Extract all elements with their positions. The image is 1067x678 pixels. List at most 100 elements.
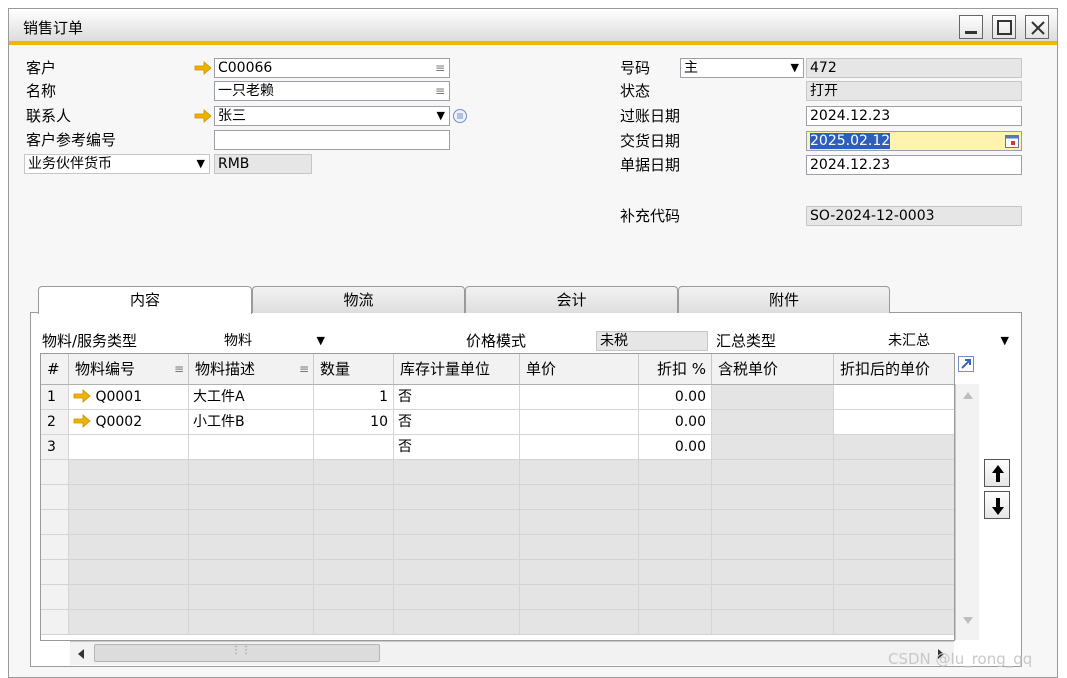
minimize-button[interactable] <box>959 15 983 39</box>
price-after-discount-cell[interactable] <box>834 410 954 435</box>
col-header-quantity[interactable]: 数量 <box>314 354 394 385</box>
price-after-discount-cell[interactable] <box>834 435 954 460</box>
scroll-thumb[interactable]: ⋮⋮ <box>94 644 380 662</box>
expand-icon[interactable] <box>958 356 974 372</box>
quantity-cell[interactable]: 10 <box>314 410 394 435</box>
price-after-discount-cell[interactable] <box>834 510 954 535</box>
item-desc-cell[interactable] <box>189 585 314 610</box>
unit-price-cell[interactable] <box>520 610 639 635</box>
item-code-cell[interactable] <box>69 610 189 635</box>
discount-cell[interactable]: 0.00 <box>639 385 712 410</box>
document-date-field[interactable]: 2024.12.23 <box>806 155 1022 175</box>
tab-accounting[interactable]: 会计 <box>465 286 678 313</box>
unit-price-cell[interactable] <box>520 385 639 410</box>
col-header-gross-price[interactable]: 含税单价 <box>712 354 834 385</box>
delivery-date-field[interactable]: 2025.02.12 <box>806 131 1022 151</box>
gross-price-cell[interactable] <box>712 585 834 610</box>
name-field[interactable]: 一只老赖 ≡ <box>214 81 450 101</box>
contact-field[interactable]: 张三 ▼ <box>214 106 450 126</box>
uom-cell[interactable] <box>394 510 520 535</box>
price-after-discount-cell[interactable] <box>834 610 954 635</box>
item-code-cell[interactable] <box>69 460 189 485</box>
uom-cell[interactable] <box>394 560 520 585</box>
item-code-cell[interactable] <box>69 585 189 610</box>
col-header-price-after-discount[interactable]: 折扣后的单价 <box>834 354 954 385</box>
link-arrow-icon[interactable] <box>194 109 212 123</box>
discount-cell[interactable]: 0.00 <box>639 410 712 435</box>
vertical-scrollbar[interactable] <box>955 384 979 640</box>
item-code-cell[interactable] <box>69 435 189 460</box>
quantity-cell[interactable] <box>314 535 394 560</box>
tab-attachments[interactable]: 附件 <box>678 286 890 313</box>
title-bar[interactable]: 销售订单 <box>9 9 1057 45</box>
unit-price-cell[interactable] <box>520 535 639 560</box>
posting-date-field[interactable]: 2024.12.23 <box>806 106 1022 126</box>
gross-price-cell[interactable] <box>712 410 834 435</box>
currency-type-select[interactable]: 业务伙伴货币 ▼ <box>24 154 210 174</box>
item-code-cell[interactable] <box>69 560 189 585</box>
item-desc-cell[interactable] <box>189 535 314 560</box>
unit-price-cell[interactable] <box>520 510 639 535</box>
quantity-cell[interactable]: 1 <box>314 385 394 410</box>
move-row-up-button[interactable] <box>984 459 1010 487</box>
uom-cell[interactable] <box>394 485 520 510</box>
gross-price-cell[interactable] <box>712 435 834 460</box>
link-arrow-icon[interactable] <box>194 61 212 75</box>
discount-cell[interactable] <box>639 535 712 560</box>
tab-content[interactable]: 内容 <box>38 286 252 314</box>
quantity-cell[interactable] <box>314 435 394 460</box>
discount-cell[interactable] <box>639 510 712 535</box>
unit-price-cell[interactable] <box>520 410 639 435</box>
quantity-cell[interactable] <box>314 610 394 635</box>
gross-price-cell[interactable] <box>712 610 834 635</box>
item-code-cell[interactable] <box>69 485 189 510</box>
customer-ref-field[interactable] <box>214 130 450 150</box>
item-code-cell[interactable] <box>69 510 189 535</box>
move-row-down-button[interactable] <box>984 491 1010 519</box>
discount-cell[interactable] <box>639 460 712 485</box>
col-header-discount[interactable]: 折扣 % <box>639 354 712 385</box>
gross-price-cell[interactable] <box>712 385 834 410</box>
gross-price-cell[interactable] <box>712 510 834 535</box>
discount-cell[interactable] <box>639 485 712 510</box>
item-code-cell[interactable] <box>69 535 189 560</box>
item-desc-cell[interactable] <box>189 560 314 585</box>
col-header-uom[interactable]: 库存计量单位 <box>394 354 520 385</box>
tab-logistics[interactable]: 物流 <box>252 286 465 313</box>
uom-cell[interactable]: 否 <box>394 435 520 460</box>
gross-price-cell[interactable] <box>712 535 834 560</box>
unit-price-cell[interactable] <box>520 435 639 460</box>
uom-cell[interactable] <box>394 535 520 560</box>
price-after-discount-cell[interactable] <box>834 460 954 485</box>
item-desc-cell[interactable] <box>189 610 314 635</box>
close-button[interactable] <box>1025 15 1049 39</box>
col-header-item-desc[interactable]: 物料描述 ≡ <box>189 354 314 385</box>
quantity-cell[interactable] <box>314 510 394 535</box>
discount-cell[interactable] <box>639 610 712 635</box>
item-code-cell[interactable]: Q0002 <box>69 410 189 435</box>
discount-cell[interactable]: 0.00 <box>639 435 712 460</box>
uom-cell[interactable] <box>394 460 520 485</box>
horizontal-scrollbar[interactable]: ⋮⋮ <box>70 641 954 665</box>
uom-cell[interactable] <box>394 610 520 635</box>
uom-cell[interactable]: 否 <box>394 385 520 410</box>
price-after-discount-cell[interactable] <box>834 535 954 560</box>
item-desc-cell[interactable] <box>189 460 314 485</box>
price-after-discount-cell[interactable] <box>834 385 954 410</box>
item-desc-cell[interactable]: 大工件A <box>189 385 314 410</box>
item-type-select[interactable]: 物料 ▼ <box>220 331 330 351</box>
item-desc-cell[interactable] <box>189 510 314 535</box>
maximize-button[interactable] <box>992 15 1016 39</box>
contact-details-icon[interactable] <box>452 108 468 124</box>
unit-price-cell[interactable] <box>520 560 639 585</box>
quantity-cell[interactable] <box>314 585 394 610</box>
unit-price-cell[interactable] <box>520 460 639 485</box>
col-header-unit-price[interactable]: 单价 <box>520 354 639 385</box>
summary-type-select[interactable]: 未汇总 ▼ <box>884 331 1014 351</box>
price-after-discount-cell[interactable] <box>834 585 954 610</box>
customer-field[interactable]: C00066 ≡ <box>214 58 450 78</box>
gross-price-cell[interactable] <box>712 460 834 485</box>
item-desc-cell[interactable] <box>189 435 314 460</box>
unit-price-cell[interactable] <box>520 485 639 510</box>
uom-cell[interactable]: 否 <box>394 410 520 435</box>
